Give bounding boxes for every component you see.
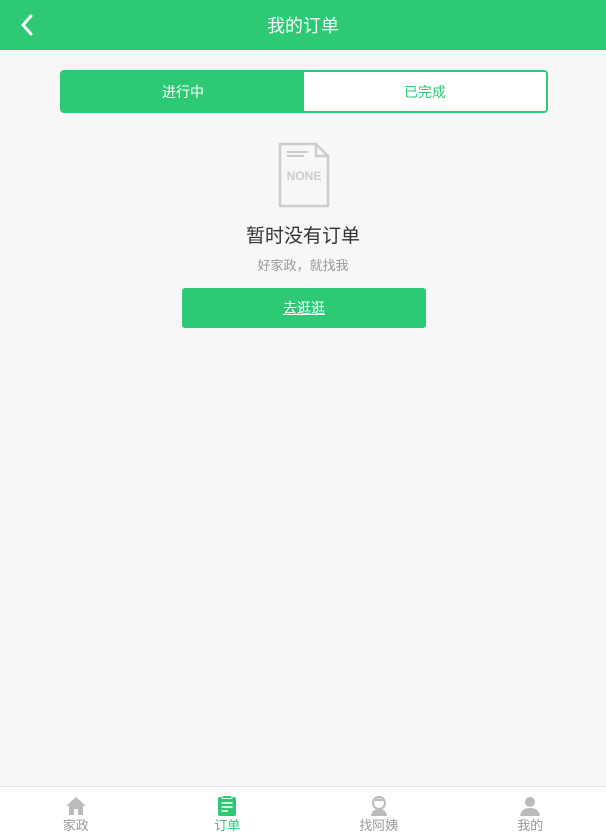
bottom-tab-bar: 家政 订单 找阿姨 我的 [0,786,606,835]
tabbar-item-orders[interactable]: 订单 [152,787,304,835]
nanny-icon [370,796,387,816]
browse-button[interactable]: 去逛逛 [182,288,426,328]
empty-subtitle: 好家政，就找我 [257,259,349,274]
tabbar-item-find-nanny[interactable]: 找阿姨 [303,787,455,835]
user-icon [520,797,541,816]
order-list-icon [218,795,237,816]
tabbar-label: 家政 [62,819,89,834]
empty-title: 暂时没有订单 [245,225,360,247]
tabbar-label: 我的 [517,819,544,834]
empty-icon-text: NONE [287,169,322,183]
tabbar-label: 订单 [214,819,241,834]
chevron-left-icon [21,14,33,36]
empty-document-icon: NONE [278,142,330,208]
back-button[interactable] [10,8,44,42]
tabbar-label: 找阿姨 [359,819,399,834]
header-bar: 我的订单 [0,0,606,50]
tabbar-item-mine[interactable]: 我的 [455,787,606,835]
order-status-tabs: 进行中 已完成 [60,70,548,113]
page-title: 我的订单 [267,16,339,37]
tabbar-item-home[interactable]: 家政 [0,787,152,835]
tab-completed[interactable]: 已完成 [304,72,546,111]
house-icon [65,797,86,815]
tab-in-progress[interactable]: 进行中 [62,72,304,111]
